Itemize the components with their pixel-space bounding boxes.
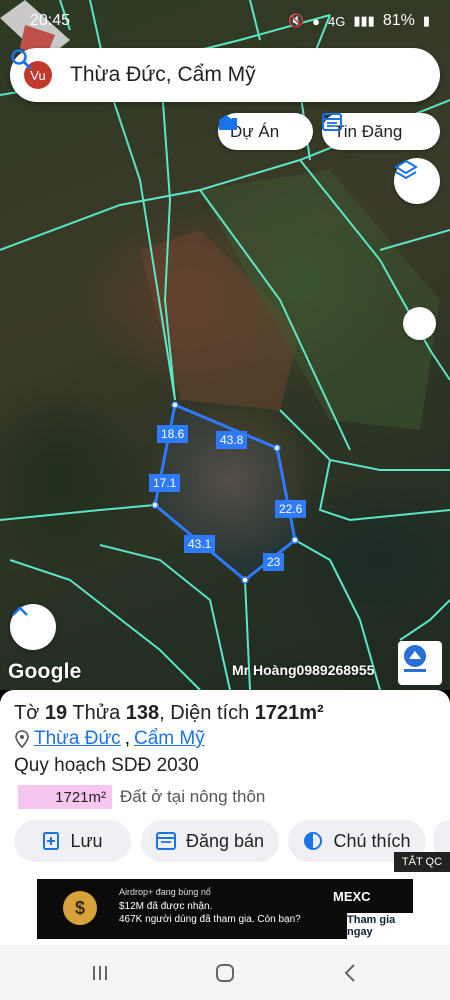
to-label: Tờ: [14, 702, 40, 724]
building-icon: [219, 115, 237, 130]
edge-label: 43.8: [216, 431, 248, 449]
parcel-boundaries: [0, 0, 450, 690]
status-time: 20:45: [30, 12, 71, 29]
land-type-label: Đất ở tại nông thôn: [120, 787, 266, 806]
expand-button[interactable]: [10, 604, 56, 650]
listing-icon: [322, 113, 342, 131]
listing-icon: [155, 832, 176, 850]
ad-line-1: Airdrop+ đang bùng nổ: [119, 887, 211, 897]
land-area-badge: 1721m²: [18, 785, 112, 809]
action-row: Lưu Đăng bán Chú thích: [0, 820, 450, 864]
post-sale-button[interactable]: Đăng bán: [141, 820, 279, 862]
back-button[interactable]: [330, 959, 370, 987]
du-an-chip[interactable]: Dự Án: [218, 113, 313, 150]
system-nav-bar: [0, 945, 450, 1000]
location-icon: ●: [312, 13, 320, 29]
plan-label: Quy hoạch SDĐ 2030: [14, 755, 199, 776]
hide-ads-button[interactable]: TẮT QC: [394, 852, 450, 872]
edge-label: 17.1: [149, 474, 181, 492]
search-bar[interactable]: Vu Thừa Đức, Cẩm Mỹ: [10, 48, 440, 102]
parcel-location: Thừa Đức, Cẩm Mỹ: [14, 728, 205, 750]
home-button[interactable]: [205, 959, 245, 987]
layers-icon: [394, 159, 418, 180]
area-value: 1721m²: [254, 702, 324, 724]
legend-label: Chú thích: [333, 830, 411, 851]
search-icon[interactable]: [11, 49, 428, 95]
recents-button[interactable]: [80, 959, 120, 987]
watermark-text: Mr Hoàng0989268955: [232, 662, 375, 678]
area-label: , Diện tích: [159, 702, 250, 724]
thua-value: 138: [125, 702, 160, 724]
save-label: Lưu: [70, 830, 103, 851]
contrast-icon: [304, 832, 323, 850]
back-icon: [344, 964, 355, 982]
add-doc-icon: [43, 832, 60, 850]
parcel-info-sheet[interactable]: Tờ 19 Thửa 138, Diện tích 1721m² Thừa Đứ…: [0, 690, 450, 875]
compass-button[interactable]: [403, 307, 436, 340]
mute-icon: 🔇: [287, 13, 305, 28]
chevron-up-icon: [12, 606, 28, 616]
battery-icon: ▮: [422, 13, 430, 28]
edge-label: 43.1: [184, 535, 216, 553]
signal-icon: ▮▮▮: [353, 13, 375, 28]
map-view[interactable]: 18.6 43.8 17.1 22.6 43.1 23 20:45 🔇 ● 4G…: [0, 0, 450, 690]
edge-label: 23: [263, 553, 285, 571]
layers-button[interactable]: [394, 158, 440, 204]
post-sale-label: Đăng bán: [185, 830, 265, 851]
ad-cta-button[interactable]: Tham gia ngay: [347, 913, 413, 939]
thua-label: Thửa: [72, 702, 121, 724]
status-icons: 🔇 ● 4G ▮▮▮ 81% ▮: [288, 12, 430, 30]
location-sep: ,: [124, 728, 130, 749]
save-button[interactable]: Lưu: [14, 820, 131, 862]
ad-line-2: $12M đã được nhận.: [119, 901, 213, 912]
home-icon: [216, 964, 234, 982]
location-pin-icon: [15, 730, 29, 748]
brand-logo: [398, 641, 442, 685]
to-value: 19: [44, 702, 68, 724]
coin-icon: $: [63, 891, 97, 925]
tin-dang-chip[interactable]: Tin Đăng: [322, 113, 440, 150]
edge-label: 22.6: [275, 500, 307, 518]
district-link[interactable]: Cẩm Mỹ: [134, 728, 205, 750]
parcel-title: Tờ 19 Thửa 138, Diện tích 1721m²: [14, 702, 324, 725]
search-input[interactable]: Thừa Đức, Cẩm Mỹ: [70, 63, 388, 87]
status-bar: 20:45 🔇 ● 4G ▮▮▮ 81% ▮: [0, 0, 450, 42]
network-icon: 4G: [328, 13, 346, 29]
commune-link[interactable]: Thừa Đức: [34, 728, 121, 750]
recents-icon: [93, 966, 107, 980]
google-logo: Google: [8, 660, 82, 683]
ad-banner[interactable]: $ Airdrop+ đang bùng nổ $12M đã được nhậ…: [37, 879, 413, 939]
ad-brand: MEXC: [333, 889, 371, 904]
ad-area: $ Airdrop+ đang bùng nổ $12M đã được nhậ…: [0, 875, 450, 945]
ad-line-3: 467K người dùng đã tham gia. Còn bạn?: [119, 914, 301, 925]
tin-dang-label: Tin Đăng: [334, 121, 403, 141]
battery-percent: 81%: [382, 12, 415, 29]
edge-label: 18.6: [157, 425, 189, 443]
